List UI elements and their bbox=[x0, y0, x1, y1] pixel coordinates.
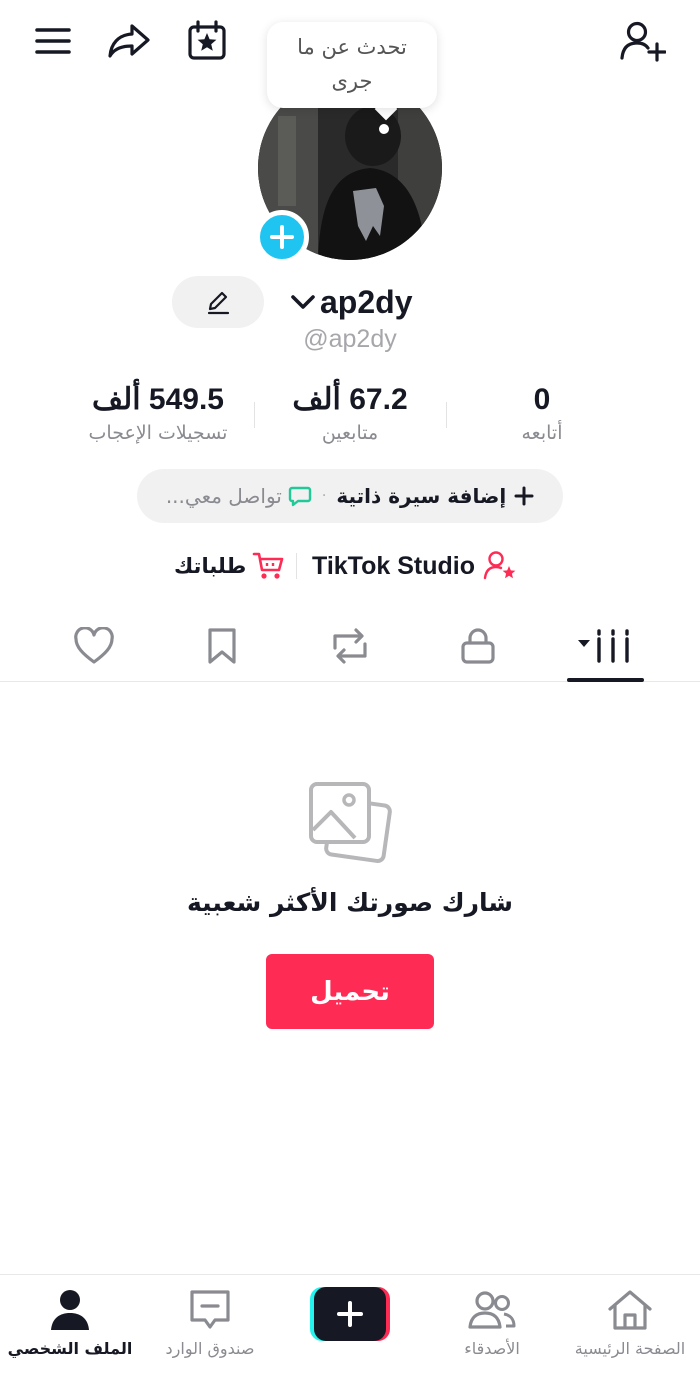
create-button[interactable] bbox=[310, 1287, 390, 1341]
nav-home-label: الصفحة الرئيسية bbox=[574, 1339, 686, 1358]
nav-profile[interactable]: الملف الشخصي bbox=[0, 1287, 140, 1367]
orders-link[interactable]: طلباتك bbox=[174, 545, 286, 587]
followers-count: 67.2 ألف bbox=[292, 383, 408, 416]
active-tab-indicator bbox=[567, 678, 644, 682]
lock-icon bbox=[461, 628, 495, 664]
chat-bubble-icon bbox=[288, 486, 312, 507]
repost-icon bbox=[333, 628, 367, 664]
account-switcher[interactable]: ap2dy bbox=[290, 280, 412, 324]
bottom-nav: الصفحة الرئيسية الأصدقاء صندوق الوارد ال… bbox=[0, 1274, 700, 1384]
create-plus-icon bbox=[310, 1287, 390, 1341]
tab-videos-grid[interactable] bbox=[560, 612, 650, 680]
bio-separator: · bbox=[321, 488, 327, 504]
plus-icon bbox=[514, 486, 534, 506]
pencil-icon bbox=[207, 291, 230, 315]
profile-icon bbox=[51, 1290, 89, 1330]
nav-profile-label: الملف الشخصي bbox=[7, 1339, 133, 1358]
status-bubble-line2: جرى bbox=[331, 69, 373, 93]
status-bubble[interactable]: تحدث عن ما جرى bbox=[267, 22, 437, 108]
followers-stat[interactable]: 67.2 ألف متابعين bbox=[250, 380, 450, 444]
nav-friends-label: الأصدقاء bbox=[464, 1339, 520, 1358]
heart-icon bbox=[74, 627, 114, 664]
content-tab-bar bbox=[0, 612, 700, 682]
orders-label: طلباتك bbox=[174, 554, 247, 578]
tab-private[interactable] bbox=[433, 612, 523, 680]
chevron-down-icon bbox=[291, 295, 315, 309]
likes-stat[interactable]: 549.5 ألف تسجيلات الإعجاب bbox=[58, 380, 258, 444]
add-bio-button[interactable]: إضافة سيرة ذاتية bbox=[336, 484, 534, 508]
add-user-icon[interactable] bbox=[620, 18, 666, 64]
calendar-star-icon[interactable] bbox=[184, 18, 230, 64]
shopping-cart-icon bbox=[252, 552, 284, 579]
likes-count: 549.5 ألف bbox=[92, 383, 224, 416]
add-bio-label: إضافة سيرة ذاتية bbox=[336, 484, 507, 508]
following-label: أتابعه bbox=[521, 422, 563, 444]
empty-state-title: شارك صورتك الأكثر شعبية bbox=[186, 888, 514, 917]
followers-label: متابعين bbox=[321, 422, 379, 444]
share-arrow-icon[interactable] bbox=[106, 18, 152, 64]
nav-inbox-label: صندوق الوارد bbox=[165, 1339, 255, 1358]
user-handle: @ap2dy bbox=[303, 325, 397, 353]
inbox-icon bbox=[190, 1290, 230, 1329]
links-divider bbox=[296, 553, 297, 579]
following-stat[interactable]: 0 أتابعه bbox=[442, 380, 642, 444]
tab-liked[interactable] bbox=[49, 612, 139, 680]
username: ap2dy bbox=[320, 283, 413, 320]
upload-button[interactable]: تحميل bbox=[266, 954, 434, 1029]
bio-pill[interactable]: إضافة سيرة ذاتية · تواصل معي... bbox=[137, 469, 563, 523]
friends-icon bbox=[468, 1291, 516, 1329]
likes-label: تسجيلات الإعجاب bbox=[88, 422, 228, 444]
home-icon bbox=[608, 1290, 652, 1330]
contact-me-placeholder: تواصل معي... bbox=[165, 484, 282, 508]
grid-icon bbox=[578, 629, 629, 663]
add-avatar-button[interactable] bbox=[255, 210, 309, 264]
creator-star-icon bbox=[483, 551, 516, 580]
tiktok-studio-link[interactable]: TikTok Studio bbox=[312, 545, 517, 587]
links-row: TikTok Studio طلباتك bbox=[0, 545, 700, 587]
nav-friends[interactable]: الأصدقاء bbox=[422, 1287, 562, 1367]
hamburger-menu-icon[interactable] bbox=[30, 18, 76, 64]
tab-favorites[interactable] bbox=[177, 612, 267, 680]
contact-me-field[interactable]: تواصل معي... bbox=[166, 484, 312, 508]
photo-stack-icon bbox=[305, 780, 395, 864]
bookmark-icon bbox=[208, 628, 236, 664]
nav-home[interactable]: الصفحة الرئيسية bbox=[560, 1287, 700, 1367]
plus-icon bbox=[270, 225, 294, 249]
status-bubble-line1: تحدث عن ما bbox=[297, 35, 407, 59]
edit-profile-button[interactable] bbox=[172, 276, 264, 328]
tab-reposts[interactable] bbox=[305, 612, 395, 680]
nav-inbox[interactable]: صندوق الوارد bbox=[140, 1287, 280, 1367]
bubble-dot bbox=[379, 124, 389, 134]
following-count: 0 bbox=[533, 383, 551, 416]
tiktok-studio-label: TikTok Studio bbox=[312, 551, 475, 580]
